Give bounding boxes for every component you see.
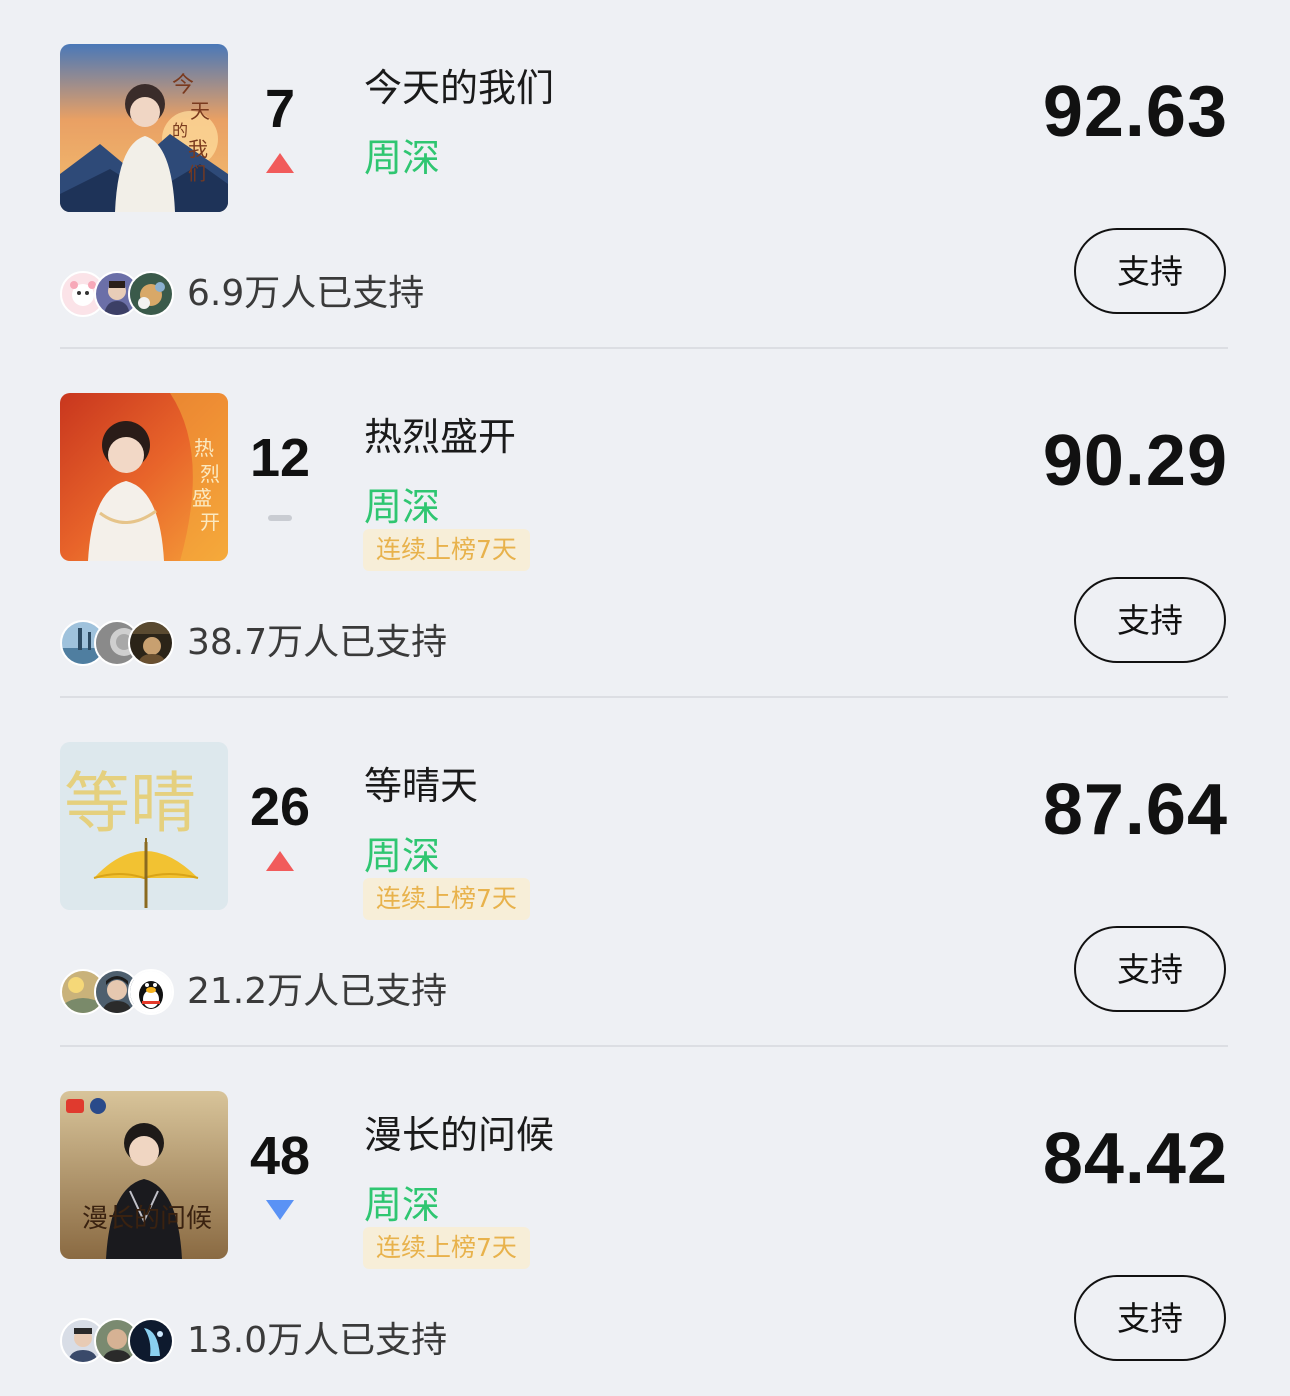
score: 87.64 [1042, 770, 1228, 850]
song-title[interactable]: 等晴天 [364, 760, 478, 812]
rank-up-icon [266, 851, 294, 871]
supporters-row: 38.7万人已支持 [60, 617, 447, 669]
svg-text:们: 们 [188, 164, 206, 185]
supporter-avatars [60, 967, 176, 1017]
song-title[interactable]: 今天的我们 [364, 62, 554, 114]
svg-text:等晴: 等晴 [64, 765, 196, 842]
svg-text:烈: 烈 [200, 462, 220, 486]
rank-column: 26 [230, 776, 330, 872]
score: 84.42 [1042, 1119, 1228, 1199]
rank-number: 26 [249, 777, 311, 837]
avatar [128, 1318, 174, 1364]
ranking-item[interactable]: 热 烈 盛 开 12 热烈盛开 周深 连续上榜7天 90.29 38.7万人已支… [0, 349, 1290, 698]
ranking-item[interactable]: 等晴 26 等晴天 周深 连续上榜7天 87.64 21.2万人已支持 支持 [0, 698, 1290, 1047]
supporter-count: 13.0万人已支持 [187, 1320, 448, 1361]
avatar [128, 271, 174, 317]
svg-text:我: 我 [188, 137, 208, 161]
svg-text:的: 的 [172, 121, 188, 140]
avatar [128, 620, 174, 666]
avatar [128, 969, 174, 1015]
ranking-item[interactable]: 今 天 的 我 们 7 今天的我们 周深 92.63 6.9万人已支持 支持 [0, 0, 1290, 349]
svg-text:天: 天 [190, 99, 210, 123]
svg-text:今: 今 [172, 73, 194, 98]
rank-column: 7 [230, 78, 330, 174]
supporters-row: 13.0万人已支持 [60, 1315, 447, 1367]
support-button[interactable]: 支持 [1074, 228, 1226, 314]
rank-column: 12 [230, 427, 330, 521]
rank-number: 12 [249, 428, 311, 488]
support-button[interactable]: 支持 [1074, 577, 1226, 663]
song-title[interactable]: 漫长的问候 [364, 1109, 554, 1161]
rank-up-icon [266, 153, 294, 173]
score: 92.63 [1042, 72, 1228, 152]
rank-column: 48 [230, 1125, 330, 1221]
svg-text:漫长的问候: 漫长的问候 [82, 1204, 212, 1234]
rank-down-icon [266, 1200, 294, 1220]
supporters-row: 21.2万人已支持 [60, 966, 447, 1018]
rank-unchanged-icon [268, 515, 292, 521]
svg-text:盛: 盛 [192, 486, 212, 510]
album-cover-sunset-mountains[interactable]: 今 天 的 我 们 [60, 44, 228, 212]
supporter-count: 6.9万人已支持 [187, 273, 425, 314]
streak-badge: 连续上榜7天 [363, 529, 530, 571]
rank-number: 7 [264, 79, 296, 139]
supporter-count: 21.2万人已支持 [187, 971, 448, 1012]
artist-name[interactable]: 周深 [364, 1179, 440, 1231]
ranking-item[interactable]: 漫长的问候 48 漫长的问候 周深 连续上榜7天 84.42 13.0万人已支持… [0, 1047, 1290, 1396]
svg-text:开: 开 [200, 510, 220, 534]
album-cover-yellow-umbrella[interactable]: 等晴 [60, 742, 228, 910]
supporter-avatars [60, 1316, 176, 1366]
supporters-row: 6.9万人已支持 [60, 268, 424, 320]
album-cover-red-orange[interactable]: 热 烈 盛 开 [60, 393, 228, 561]
artist-name[interactable]: 周深 [364, 481, 440, 533]
supporter-avatars [60, 269, 176, 319]
streak-badge: 连续上榜7天 [363, 1227, 530, 1269]
svg-text:热: 热 [194, 436, 214, 460]
artist-name[interactable]: 周深 [364, 830, 440, 882]
rank-number: 48 [249, 1126, 311, 1186]
song-title[interactable]: 热烈盛开 [364, 411, 516, 463]
support-button[interactable]: 支持 [1074, 1275, 1226, 1361]
artist-name[interactable]: 周深 [364, 132, 440, 184]
score: 90.29 [1042, 421, 1228, 501]
support-button[interactable]: 支持 [1074, 926, 1226, 1012]
supporter-avatars [60, 618, 176, 668]
supporter-count: 38.7万人已支持 [187, 622, 448, 663]
streak-badge: 连续上榜7天 [363, 878, 530, 920]
album-cover-brown-paper[interactable]: 漫长的问候 [60, 1091, 228, 1259]
